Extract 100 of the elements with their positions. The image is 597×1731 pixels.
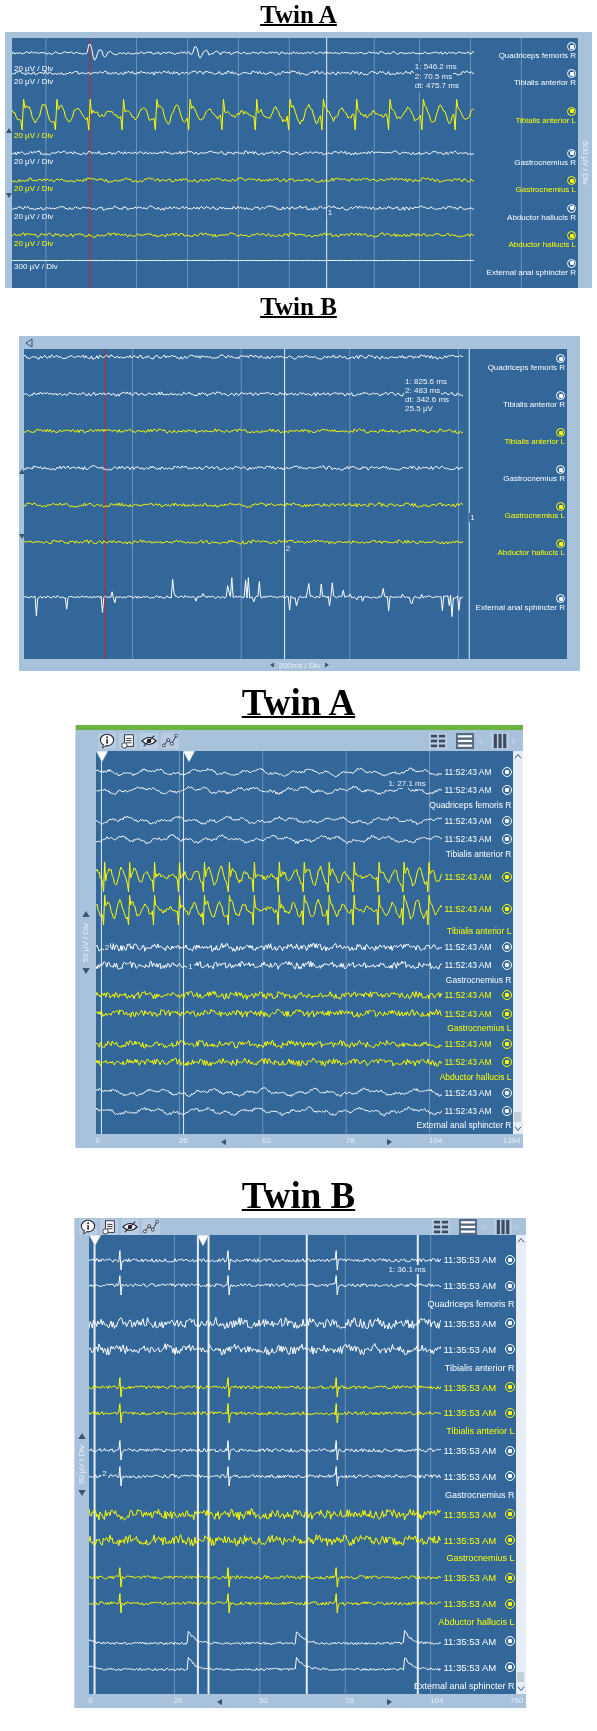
- up-arrow-icon[interactable]: [5, 128, 12, 133]
- timestamp: 11:52:43 AM: [443, 1057, 493, 1068]
- view-button[interactable]: [493, 1218, 512, 1235]
- cursor-readout: 25.5 µV: [404, 404, 434, 413]
- channel-dot-icon[interactable]: [567, 176, 576, 186]
- cursor-readout: 1: 546.2 ms: [413, 62, 458, 72]
- scroll-down-icon[interactable]: [516, 1686, 525, 1692]
- channel-name: Gastrocnemius R: [514, 157, 576, 168]
- cursor-label: 2: [284, 544, 292, 554]
- cursor-readout: 1: 36.1 ms: [387, 1265, 427, 1274]
- down-arrow-icon[interactable]: [18, 534, 25, 539]
- channel-name: External anal sphincter R: [486, 267, 576, 278]
- scrollbar[interactable]: [512, 751, 523, 1134]
- channel-dot-icon[interactable]: [567, 106, 576, 116]
- left-triangle-icon[interactable]: [25, 337, 33, 348]
- scale-label: 20 µV / Div: [14, 211, 54, 221]
- timestamp: 11:52:43 AM: [443, 815, 493, 826]
- scrollbar[interactable]: [515, 1235, 526, 1694]
- scale-label: 20 µV / Div: [14, 184, 54, 194]
- toolbar-button[interactable]: [120, 1218, 139, 1235]
- scale-label: 20 µV / Div: [14, 156, 54, 166]
- toolbar-button[interactable]: [139, 732, 158, 749]
- figure-title: Twin A: [241, 681, 356, 725]
- left-arrow-icon[interactable]: [216, 1698, 222, 1706]
- scale-label: 20 µV / Div: [14, 239, 54, 249]
- channel-name: Gastrocnemius R: [503, 474, 565, 485]
- channel-name: Abductor hallucis L: [508, 240, 576, 251]
- view-button[interactable]: [431, 1218, 450, 1235]
- view-button[interactable]: [455, 732, 474, 749]
- timestamp: 11:35:53 AM: [442, 1445, 498, 1457]
- channel-name: Tibialis anterior L: [447, 926, 512, 938]
- scale-label: 300 µV / Div: [14, 261, 58, 271]
- scroll-up-icon[interactable]: [513, 753, 522, 759]
- scale-label: 20 µV / Div: [14, 64, 54, 73]
- down-arrow-icon[interactable]: [81, 968, 90, 975]
- cursor-label: 1: [187, 961, 194, 971]
- info-icon: [98, 732, 115, 749]
- list-view-icon: [459, 1218, 476, 1235]
- view-button[interactable]: [490, 732, 509, 749]
- timestamp: 11:35:53 AM: [442, 1407, 498, 1419]
- columns-view-icon: [491, 732, 508, 749]
- cursor-marker-icon[interactable]: [197, 1235, 210, 1247]
- down-arrow-icon[interactable]: [77, 1490, 86, 1497]
- cursor-label: 1: [326, 208, 334, 217]
- channel-name: Tibialis anterior L: [515, 115, 576, 126]
- cursor-readout: dt: 342.6 ms: [404, 395, 451, 404]
- cursor-readout: 2: 483 ms: [404, 386, 442, 395]
- scroll-thumb[interactable]: [517, 1672, 524, 1682]
- channel-name: Tibialis anterior L: [504, 437, 565, 448]
- channel-name: External anal sphincter R: [475, 603, 565, 614]
- scroll-thumb[interactable]: [514, 1112, 521, 1122]
- channel-name: Tibialis anterior R: [444, 1362, 515, 1374]
- node-graph-icon: [142, 1218, 159, 1235]
- channel-name: Gastrocnemius L: [515, 185, 576, 196]
- cursor-marker-icon[interactable]: [88, 1235, 101, 1247]
- channel-name: Abductor hallucis L: [438, 1617, 515, 1628]
- right-arrow-icon[interactable]: [387, 1138, 393, 1146]
- figure-title: Twin B: [241, 1174, 356, 1218]
- cursor-label: 1: [469, 513, 476, 523]
- up-arrow-icon[interactable]: [81, 910, 90, 917]
- timestamp: 11:35:53 AM: [442, 1381, 498, 1393]
- down-arrow-icon[interactable]: [5, 193, 12, 198]
- channel-name: Quadriceps femoris R: [429, 800, 512, 812]
- left-arrow-icon[interactable]: [220, 1138, 226, 1146]
- timestamp: 11:35:53 AM: [442, 1598, 498, 1610]
- cursor-readout: 1: 27.1 ms: [387, 779, 427, 788]
- scroll-up-icon[interactable]: [516, 1237, 525, 1243]
- up-arrow-icon[interactable]: [18, 469, 25, 474]
- toolbar-button[interactable]: [97, 732, 116, 749]
- channel-dot-icon[interactable]: [556, 428, 565, 438]
- channel-dot-icon[interactable]: [556, 539, 565, 549]
- toolbar-button[interactable]: [118, 732, 137, 749]
- cursor-marker-icon[interactable]: [95, 751, 108, 763]
- scale-label: 20 µV / Div: [14, 130, 54, 140]
- columns-view-icon: [494, 1218, 511, 1235]
- figure-title: Twin A: [260, 0, 337, 30]
- channel-name: Abductor hallucis R: [507, 212, 576, 223]
- timestamp: 11:35:53 AM: [442, 1635, 498, 1647]
- channel-dot-icon[interactable]: [556, 502, 565, 512]
- right-arrow-icon[interactable]: [324, 662, 329, 668]
- info-icon: [79, 1218, 96, 1235]
- channel-name: Abductor hallucis L: [439, 1071, 512, 1083]
- channel-name: External anal sphincter R: [416, 1120, 512, 1132]
- right-arrow-icon[interactable]: [387, 1698, 393, 1706]
- timestamp: 11:52:43 AM: [443, 1008, 493, 1019]
- channel-name: Quadriceps femoris R: [498, 51, 576, 61]
- timestamp: 11:35:53 AM: [442, 1470, 498, 1482]
- channel-name: Tibialis anterior R: [514, 78, 576, 89]
- up-arrow-icon[interactable]: [77, 1432, 86, 1439]
- view-button[interactable]: [428, 732, 447, 749]
- cursor-marker-icon[interactable]: [183, 751, 196, 763]
- left-arrow-icon[interactable]: [270, 662, 275, 668]
- node-graph-icon: [161, 732, 178, 749]
- channel-name: Gastrocnemius L: [504, 511, 565, 522]
- toolbar-button[interactable]: [99, 1218, 118, 1235]
- cursor-readout: 1: 825.6 ms: [404, 377, 448, 386]
- view-button[interactable]: [458, 1218, 477, 1235]
- channel-dot-icon[interactable]: [567, 231, 576, 241]
- timestamp: 11:35:53 AM: [442, 1343, 498, 1355]
- scroll-down-icon[interactable]: [513, 1126, 522, 1132]
